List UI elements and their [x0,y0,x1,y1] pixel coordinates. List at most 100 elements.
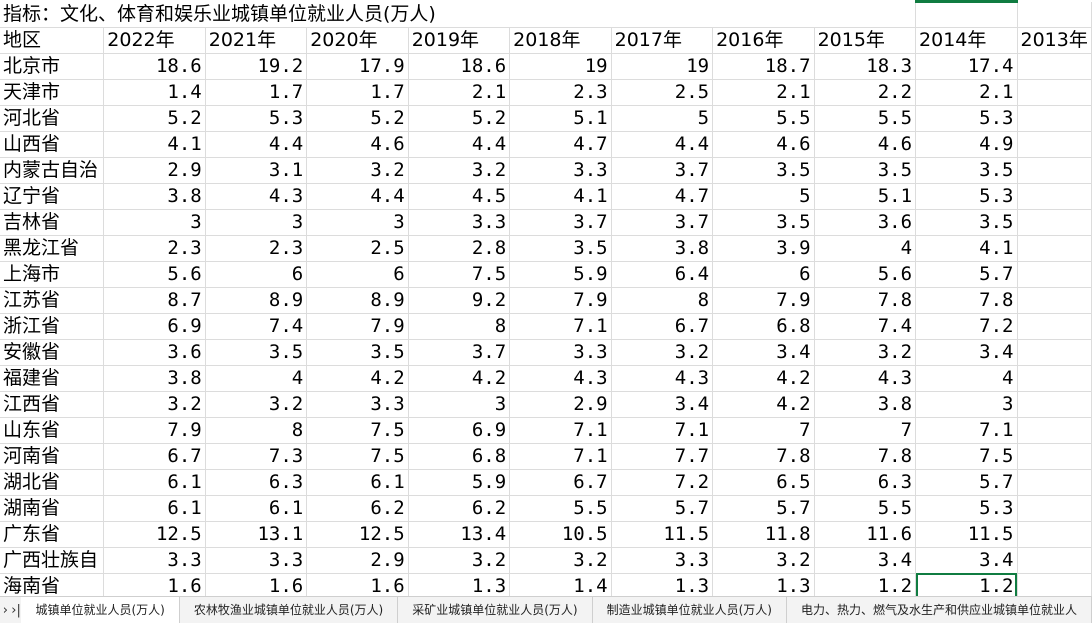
cell-empty[interactable] [1017,417,1092,444]
value-cell[interactable]: 5.1 [509,105,612,132]
value-cell[interactable]: 19 [611,53,714,80]
value-cell[interactable]: 8.7 [103,287,206,314]
value-cell[interactable]: 5.5 [814,105,917,132]
sheet-tab[interactable]: 城镇单位就业人员(万人) [21,597,180,623]
value-cell[interactable]: 11.5 [611,521,714,548]
value-cell[interactable]: 3.4 [814,547,917,574]
value-cell[interactable]: 4.2 [712,391,815,418]
value-cell[interactable]: 6.1 [306,469,409,496]
value-cell[interactable]: 4.7 [611,183,714,210]
value-cell[interactable]: 3.4 [915,547,1018,574]
value-cell[interactable]: 3.2 [205,391,308,418]
value-cell[interactable]: 5.5 [814,495,917,522]
value-cell[interactable]: 3.2 [306,157,409,184]
value-cell[interactable]: 4.2 [306,365,409,392]
cell-empty[interactable] [1017,495,1092,522]
value-cell[interactable]: 3.5 [509,235,612,262]
value-cell[interactable]: 18.7 [712,53,815,80]
value-cell[interactable]: 9.2 [408,287,511,314]
value-cell[interactable]: 3.4 [915,339,1018,366]
value-cell[interactable]: 6.3 [814,469,917,496]
value-cell[interactable]: 3 [205,209,308,236]
value-cell[interactable]: 18.6 [408,53,511,80]
year-header-cell[interactable]: 2015年 [814,27,917,54]
value-cell[interactable]: 5.7 [915,261,1018,288]
value-cell[interactable]: 2.2 [814,79,917,106]
value-cell[interactable]: 5.6 [814,261,917,288]
value-cell[interactable]: 3.7 [408,339,511,366]
value-cell[interactable]: 3.2 [712,547,815,574]
year-header-cell[interactable]: 2017年 [611,27,714,54]
value-cell[interactable]: 5.3 [915,495,1018,522]
value-cell[interactable]: 12.5 [306,521,409,548]
region-cell[interactable]: 浙江省 [0,313,105,340]
value-cell[interactable]: 6.8 [408,443,511,470]
value-cell[interactable]: 10.5 [509,521,612,548]
year-header-cell[interactable]: 2022年 [103,27,206,54]
value-cell[interactable]: 7.7 [611,443,714,470]
region-cell[interactable]: 北京市 [0,53,105,80]
value-cell[interactable]: 3.9 [712,235,815,262]
cell-empty[interactable] [1017,261,1092,288]
value-cell[interactable]: 4.3 [205,183,308,210]
value-cell[interactable]: 1.3 [712,573,815,596]
value-cell[interactable]: 3 [306,209,409,236]
value-cell[interactable]: 3.6 [103,339,206,366]
region-cell[interactable]: 辽宁省 [0,183,105,210]
value-cell[interactable]: 19.2 [205,53,308,80]
cell-empty[interactable] [1017,209,1092,236]
cell-empty[interactable] [1017,157,1092,184]
value-cell[interactable]: 4 [814,235,917,262]
year-header-cell[interactable]: 2019年 [408,27,511,54]
value-cell[interactable]: 3.2 [814,339,917,366]
cell-empty[interactable] [1017,521,1092,548]
value-cell[interactable]: 18.3 [814,53,917,80]
value-cell[interactable]: 4.9 [915,131,1018,158]
value-cell[interactable]: 2.1 [408,79,511,106]
year-header-cell[interactable]: 2013年 [1017,27,1092,54]
cell-empty[interactable] [1017,391,1092,418]
value-cell[interactable]: 7.5 [408,261,511,288]
value-cell[interactable]: 4 [205,365,308,392]
value-cell[interactable]: 3.5 [712,157,815,184]
value-cell[interactable]: 1.4 [103,79,206,106]
value-cell[interactable]: 7 [814,417,917,444]
value-cell[interactable]: 4.5 [408,183,511,210]
value-cell[interactable]: 3.8 [814,391,917,418]
value-cell[interactable]: 3.3 [306,391,409,418]
value-cell[interactable]: 7.9 [306,313,409,340]
value-cell[interactable]: 5 [611,105,714,132]
value-cell[interactable]: 5.2 [306,105,409,132]
year-header-cell[interactable]: 2021年 [205,27,308,54]
cell-empty[interactable] [1017,183,1092,210]
cell-empty[interactable] [1017,79,1092,106]
value-cell[interactable]: 3.8 [611,235,714,262]
value-cell[interactable]: 4.6 [306,131,409,158]
value-cell[interactable]: 3 [103,209,206,236]
value-cell[interactable]: 7.5 [306,443,409,470]
value-cell[interactable]: 6.7 [509,469,612,496]
value-cell[interactable]: 3.3 [408,209,511,236]
value-cell[interactable]: 2.5 [611,79,714,106]
value-cell[interactable]: 7.4 [814,313,917,340]
value-cell[interactable]: 3 [915,391,1018,418]
value-cell[interactable]: 2.8 [408,235,511,262]
value-cell[interactable]: 7.2 [611,469,714,496]
value-cell[interactable]: 2.1 [712,79,815,106]
spreadsheet-grid[interactable]: 指标：文化、体育和娱乐业城镇单位就业人员(万人) 地区 2022年 2021年 2020… [0,0,1092,596]
last-sheet-button[interactable]: ›| [11,603,22,618]
cell-empty[interactable] [1017,443,1092,470]
value-cell[interactable]: 6.5 [712,469,815,496]
value-cell[interactable]: 6.4 [611,261,714,288]
value-cell[interactable]: 5.5 [509,495,612,522]
value-cell[interactable]: 4.4 [205,131,308,158]
value-cell[interactable]: 1.3 [408,573,511,596]
value-cell[interactable]: 4.6 [814,131,917,158]
cell-empty[interactable] [1017,313,1092,340]
region-cell[interactable]: 内蒙古自治 [0,157,105,184]
value-cell[interactable]: 8.9 [306,287,409,314]
value-cell[interactable]: 5.2 [103,105,206,132]
value-cell[interactable]: 3.7 [611,157,714,184]
value-cell[interactable]: 3.2 [408,157,511,184]
value-cell[interactable]: 19 [509,53,612,80]
